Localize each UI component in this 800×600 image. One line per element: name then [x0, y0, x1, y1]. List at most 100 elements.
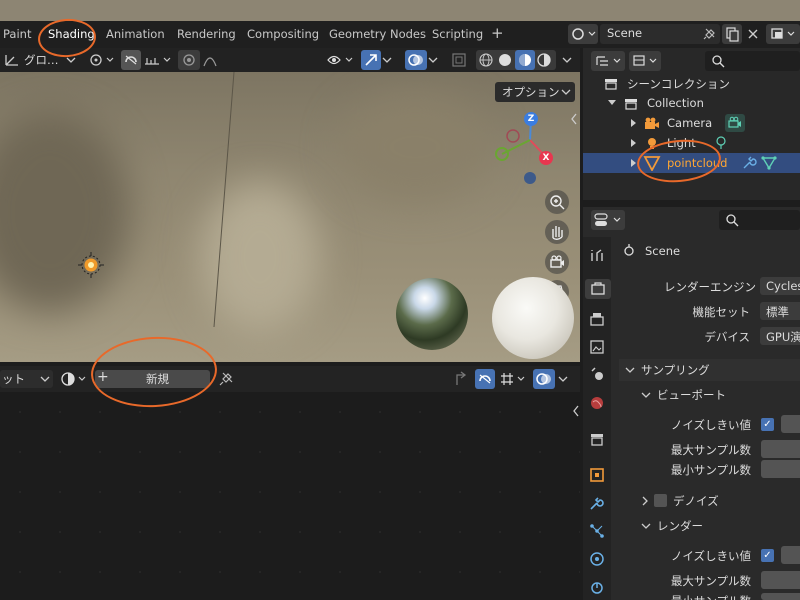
gizmo-x-axis[interactable]: X: [539, 151, 553, 165]
expand-arrow-icon[interactable]: [629, 138, 639, 148]
chevron-down-icon[interactable]: [382, 56, 392, 64]
new-material-button[interactable]: + 新規: [95, 369, 210, 388]
render-min-samples-field[interactable]: [761, 593, 800, 600]
render-engine-dropdown[interactable]: Cycles: [760, 277, 800, 295]
physics-tab-icon[interactable]: [587, 549, 607, 569]
tab-compositing[interactable]: Compositing: [247, 27, 319, 41]
denoise-checkbox[interactable]: [654, 494, 667, 507]
snap-toggle-button[interactable]: [475, 369, 495, 389]
snap-button[interactable]: [121, 50, 141, 70]
snap-increment-icon[interactable]: [143, 52, 173, 68]
object-tab-icon[interactable]: [587, 465, 607, 485]
light-data-icon[interactable]: [713, 135, 729, 151]
modifier-wrench-icon[interactable]: [741, 155, 757, 171]
options-dropdown[interactable]: オプション: [495, 82, 575, 102]
view-layer-button[interactable]: [766, 24, 800, 44]
material-browse-icon[interactable]: [60, 371, 92, 387]
wireframe-shading-icon[interactable]: [478, 52, 494, 68]
world-tab-icon[interactable]: [587, 393, 607, 413]
render-noise-threshold-checkbox[interactable]: ✓: [761, 549, 774, 562]
visibility-eye-icon[interactable]: [326, 52, 356, 68]
outliner-search-input[interactable]: [705, 51, 800, 71]
outliner-item-pointcloud[interactable]: pointcloud: [583, 153, 800, 173]
noise-threshold-field[interactable]: [781, 415, 800, 433]
node-overlay-toggle-button[interactable]: [533, 369, 555, 389]
viewport-subpanel-header[interactable]: ビューポート: [635, 384, 800, 406]
scene-selector[interactable]: Scene: [600, 24, 720, 44]
camera-view-button[interactable]: [545, 250, 569, 274]
overlay-toggle-button[interactable]: [405, 50, 427, 70]
properties-search-input[interactable]: [719, 210, 800, 230]
tab-rendering[interactable]: Rendering: [177, 27, 236, 41]
tab-geometry-nodes[interactable]: Geometry Nodes: [329, 27, 426, 41]
scene-collection-row[interactable]: シーンコレクション: [583, 73, 800, 93]
constraints-tab-icon[interactable]: [587, 577, 607, 597]
xray-icon[interactable]: [451, 52, 469, 68]
scene-icon: [572, 28, 596, 40]
snap-grid-icon[interactable]: [499, 371, 529, 387]
outliner-item-light[interactable]: Light: [583, 133, 800, 153]
feature-set-dropdown[interactable]: 標準: [760, 302, 800, 320]
gizmo-y-axis[interactable]: [495, 147, 509, 161]
scene-type-button[interactable]: [568, 24, 598, 44]
pan-button[interactable]: [545, 220, 569, 244]
display-mode-button[interactable]: [591, 51, 625, 71]
chevron-down-icon[interactable]: [428, 56, 438, 64]
pivot-icon[interactable]: [88, 52, 118, 68]
transform-orientation-dropdown[interactable]: グロ…: [24, 52, 59, 68]
add-workspace-button[interactable]: +: [491, 24, 504, 42]
outliner-item-camera[interactable]: Camera: [583, 113, 800, 133]
material-preview-shading-button[interactable]: [515, 50, 535, 70]
chevron-down-icon[interactable]: [562, 56, 572, 64]
modifier-tab-icon[interactable]: [587, 493, 607, 513]
camera-data-button[interactable]: [725, 114, 745, 132]
sidebar-toggle-icon[interactable]: [569, 112, 579, 126]
3d-viewport[interactable]: オプション Z X: [0, 72, 580, 362]
expand-arrow-icon[interactable]: [629, 158, 639, 168]
tab-animation[interactable]: Animation: [106, 27, 165, 41]
gizmo-toggle-button[interactable]: [361, 50, 381, 70]
hdri-blur-right: [340, 92, 490, 202]
tab-paint[interactable]: Paint: [3, 27, 31, 41]
collection-tab-icon[interactable]: [587, 429, 607, 449]
render-subpanel-header[interactable]: レンダー: [635, 515, 800, 537]
rendered-shading-icon[interactable]: [536, 52, 552, 68]
min-samples-field[interactable]: [761, 460, 800, 478]
mesh-data-icon[interactable]: [761, 155, 777, 171]
sidebar-toggle-icon[interactable]: [571, 404, 581, 418]
chevron-down-icon[interactable]: [558, 375, 568, 383]
proportional-edit-button[interactable]: [178, 50, 200, 70]
noise-threshold-checkbox[interactable]: ✓: [761, 418, 774, 431]
denoise-subpanel-header[interactable]: デノイズ: [635, 490, 800, 512]
collection-row[interactable]: Collection: [583, 93, 800, 113]
gizmo-z-axis[interactable]: Z: [524, 112, 538, 126]
scene-tab-icon[interactable]: [587, 365, 607, 385]
expand-arrow-icon[interactable]: [629, 118, 639, 128]
falloff-icon[interactable]: [202, 52, 232, 68]
zoom-button[interactable]: [545, 190, 569, 214]
render-noise-threshold-field[interactable]: [781, 546, 800, 564]
max-samples-field[interactable]: [761, 440, 800, 458]
sampling-panel-header[interactable]: サンプリング: [619, 359, 800, 381]
particles-tab-icon[interactable]: [587, 521, 607, 541]
filter-button[interactable]: [629, 51, 661, 71]
parent-node-tree-icon[interactable]: [452, 370, 470, 388]
render-tab[interactable]: [585, 279, 611, 299]
light-object[interactable]: [74, 248, 108, 282]
slot-dropdown[interactable]: ット: [0, 370, 53, 388]
view-layer-tab-icon[interactable]: [587, 337, 607, 357]
pin-icon[interactable]: [702, 27, 716, 41]
output-tab-icon[interactable]: [587, 309, 607, 329]
solid-shading-icon[interactable]: [497, 52, 513, 68]
device-dropdown[interactable]: GPU演: [760, 327, 800, 345]
delete-scene-button[interactable]: [744, 24, 762, 44]
expand-arrow-icon[interactable]: [607, 98, 617, 108]
new-scene-button[interactable]: [722, 24, 742, 44]
tool-tab-icon[interactable]: [587, 245, 607, 265]
tab-shading[interactable]: Shading: [48, 27, 95, 41]
editor-type-button[interactable]: [591, 210, 625, 230]
node-editor-canvas[interactable]: [0, 392, 580, 600]
pin-icon[interactable]: [218, 371, 234, 387]
render-max-samples-field[interactable]: [761, 571, 800, 589]
tab-scripting[interactable]: Scripting: [432, 27, 483, 41]
